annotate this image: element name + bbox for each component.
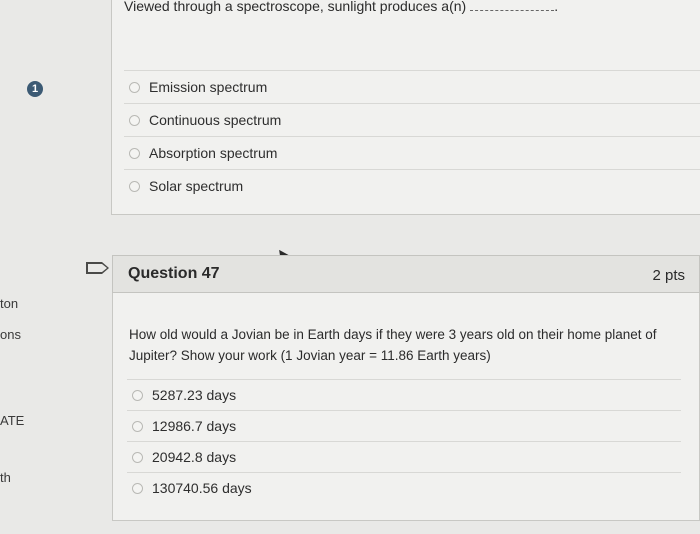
- option-label[interactable]: 130740.56 days: [152, 480, 252, 496]
- prompt-text: Viewed through a spectroscope, sunlight …: [124, 0, 467, 14]
- question-body: How old would a Jovian be in Earth days …: [112, 293, 700, 521]
- radio-button[interactable]: [132, 420, 143, 432]
- question-number-badge: 1: [27, 81, 43, 97]
- sidebar-item-fragment[interactable]: th: [0, 470, 11, 485]
- previous-question-panel: Viewed through a spectroscope, sunlight …: [111, 0, 700, 215]
- answer-option[interactable]: Solar spectrum: [124, 169, 700, 202]
- answer-option[interactable]: Continuous spectrum: [124, 103, 700, 136]
- answer-blank: [470, 10, 555, 11]
- question-title: Question 47: [128, 265, 220, 282]
- radio-button[interactable]: [129, 180, 140, 192]
- option-label[interactable]: 5287.23 days: [152, 387, 236, 403]
- option-label[interactable]: Continuous spectrum: [149, 112, 281, 128]
- answer-options: Emission spectrum Continuous spectrum Ab…: [124, 70, 700, 202]
- prompt-suffix: .: [554, 0, 559, 14]
- option-label[interactable]: Solar spectrum: [149, 178, 243, 194]
- option-label[interactable]: Absorption spectrum: [149, 145, 277, 161]
- answer-option[interactable]: 5287.23 days: [127, 379, 681, 410]
- answer-option[interactable]: Absorption spectrum: [124, 136, 700, 169]
- radio-button[interactable]: [129, 81, 140, 93]
- radio-button[interactable]: [132, 389, 143, 401]
- question-header: Question 47 2 pts: [112, 255, 700, 293]
- option-label[interactable]: Emission spectrum: [149, 79, 267, 95]
- answer-option[interactable]: 20942.8 days: [127, 441, 681, 472]
- option-label[interactable]: 12986.7 days: [152, 418, 236, 434]
- sidebar-item-fragment[interactable]: ATE: [0, 413, 24, 428]
- radio-button[interactable]: [132, 482, 143, 494]
- sidebar-item-fragment[interactable]: ons: [0, 327, 21, 342]
- answer-option[interactable]: Emission spectrum: [124, 70, 700, 103]
- answer-option[interactable]: 130740.56 days: [127, 472, 681, 503]
- radio-button[interactable]: [129, 114, 140, 126]
- question-prompt: Viewed through a spectroscope, sunlight …: [124, 0, 558, 14]
- option-label[interactable]: 20942.8 days: [152, 449, 236, 465]
- sidebar-item-fragment[interactable]: ton: [0, 296, 18, 311]
- answer-options: 5287.23 days 12986.7 days 20942.8 days 1…: [127, 379, 681, 503]
- question-points: 2 pts: [652, 267, 685, 284]
- question-text: How old would a Jovian be in Earth days …: [129, 327, 657, 363]
- radio-button[interactable]: [129, 147, 140, 159]
- radio-button[interactable]: [132, 451, 143, 463]
- answer-option[interactable]: 12986.7 days: [127, 410, 681, 441]
- flag-icon[interactable]: [86, 262, 109, 274]
